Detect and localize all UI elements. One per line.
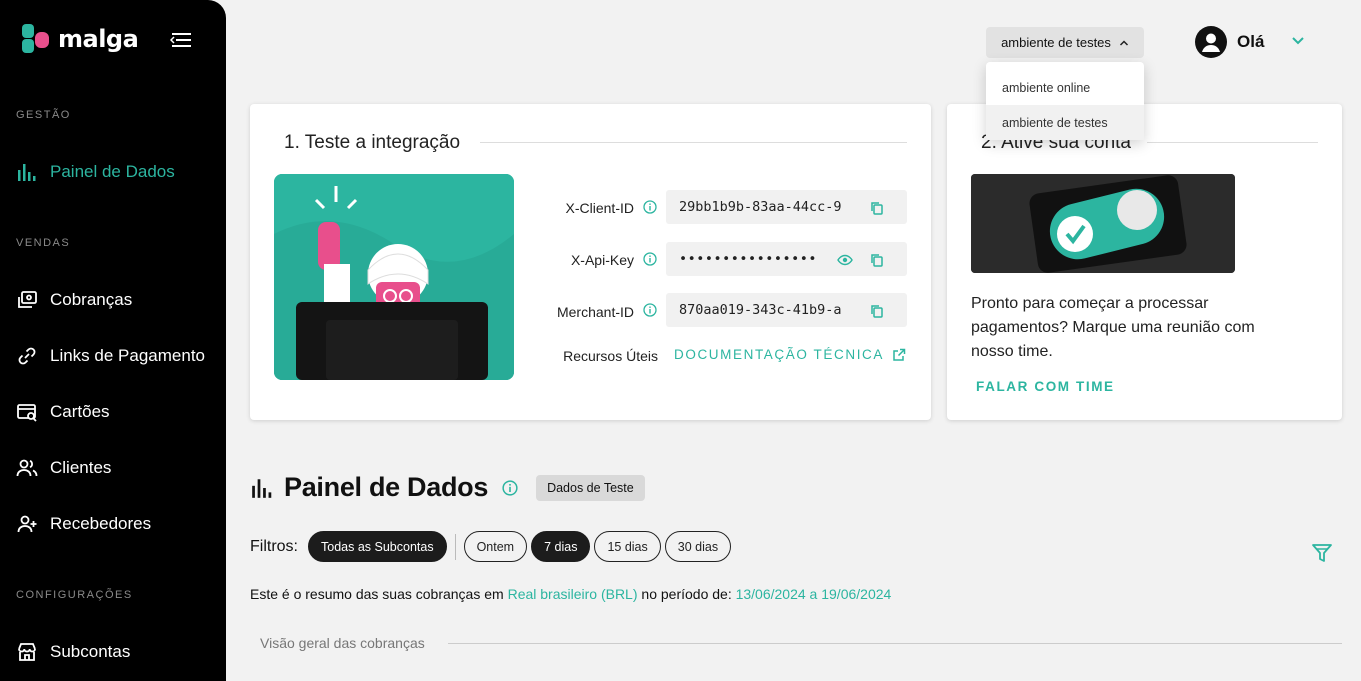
subaccount-filter-chip[interactable]: Todas as Subcontas <box>308 531 447 562</box>
documentation-link[interactable]: DOCUMENTAÇÃO TÉCNICA <box>674 347 906 362</box>
integration-illustration <box>274 174 514 380</box>
environment-dropdown: ambiente online ambiente de testes <box>986 62 1144 140</box>
info-icon[interactable] <box>502 479 518 496</box>
copy-icon[interactable] <box>869 252 885 268</box>
bar-chart-icon <box>252 478 272 498</box>
integration-card: 1. Teste a integração X-Client-ID 29bb1b… <box>250 104 931 420</box>
title-divider <box>1147 142 1318 143</box>
avatar <box>1195 26 1227 58</box>
sidebar-item-label: Recebedores <box>50 514 152 533</box>
summary-prefix: Este é o resumo das suas cobranças em <box>250 586 504 602</box>
sidebar-item-subcontas[interactable]: Subcontas <box>16 638 130 666</box>
overview-divider <box>448 643 1342 644</box>
chevron-up-icon <box>1119 39 1128 46</box>
filters-bar: Filtros: Todas as Subcontas Ontem 7 dias… <box>250 531 732 562</box>
environment-option-online[interactable]: ambiente online <box>986 70 1144 105</box>
charges-icon <box>18 291 37 308</box>
environment-selector[interactable]: ambiente de testes <box>986 27 1144 58</box>
sidebar-item-clientes[interactable]: Clientes <box>16 454 111 482</box>
environment-option-testes[interactable]: ambiente de testes <box>986 105 1144 140</box>
sidebar-item-label: Links de Pagamento <box>50 346 205 365</box>
card-search-icon <box>17 404 37 422</box>
currency-value: Real brasileiro (BRL) <box>507 586 638 602</box>
page-title: Painel de Dados <box>284 472 489 502</box>
sidebar-item-cartoes[interactable]: Cartões <box>16 398 110 426</box>
info-icon[interactable] <box>643 200 657 214</box>
environment-selected: ambiente de testes <box>1001 35 1111 50</box>
overview-section-title: Visão geral das cobranças <box>260 635 425 651</box>
sidebar: malga GESTÃO Painel de Dados VENDAS Cobr… <box>0 0 226 681</box>
period-value: 13/06/2024 a 19/06/2024 <box>735 586 892 602</box>
chevron-down-icon[interactable] <box>1290 34 1306 48</box>
user-menu[interactable]: Olá <box>1195 26 1264 58</box>
period-chip-7-dias[interactable]: 7 dias <box>531 531 591 562</box>
filters-label: Filtros: <box>250 537 298 555</box>
summary-mid: no período de: <box>641 586 732 602</box>
store-icon <box>18 643 36 661</box>
menu-collapse-icon[interactable] <box>170 31 192 49</box>
sidebar-item-label: Painel de Dados <box>50 162 175 181</box>
resources-label: Recursos Úteis <box>563 348 658 364</box>
sidebar-item-label: Subcontas <box>50 642 131 661</box>
filter-divider <box>454 533 456 560</box>
link-icon <box>18 347 36 365</box>
client-id-value: 29bb1b9b-83aa-44cc-9 <box>679 199 842 215</box>
user-avatar-icon <box>1202 33 1220 52</box>
dashboard-header: Painel de Dados Dados de Teste <box>250 472 645 503</box>
activate-illustration <box>971 174 1235 273</box>
period-chip-ontem[interactable]: Ontem <box>463 531 528 562</box>
brand-logo[interactable]: malga <box>22 24 139 54</box>
filter-funnel-icon[interactable] <box>1311 542 1333 564</box>
brand-name: malga <box>58 25 139 53</box>
section-configuracoes: CONFIGURAÇÕES <box>16 589 133 601</box>
activate-description: Pronto para começar a processar pagament… <box>971 295 1255 360</box>
info-icon[interactable] <box>643 303 657 317</box>
test-data-badge: Dados de Teste <box>536 474 645 501</box>
copy-icon[interactable] <box>869 303 885 319</box>
copy-icon[interactable] <box>869 200 885 216</box>
user-plus-icon <box>17 515 37 533</box>
sidebar-item-recebedores[interactable]: Recebedores <box>16 510 151 538</box>
period-chip-30-dias[interactable]: 30 dias <box>664 531 732 562</box>
sidebar-item-cobrancas[interactable]: Cobranças <box>16 286 132 314</box>
period-summary: Este é o resumo das suas cobranças em Re… <box>250 586 891 602</box>
sidebar-item-links-de-pagamento[interactable]: Links de Pagamento <box>16 342 205 370</box>
api-key-value: •••••••••••••••• <box>679 251 818 267</box>
period-chip-15-dias[interactable]: 15 dias <box>594 531 661 562</box>
talk-to-team-button[interactable]: FALAR COM TIME <box>976 379 1115 394</box>
integration-title: 1. Teste a integração <box>284 132 461 153</box>
title-divider <box>480 142 907 143</box>
sidebar-item-label: Cartões <box>50 402 110 421</box>
client-id-label: X-Client-ID <box>565 200 634 216</box>
sidebar-item-label: Clientes <box>50 458 112 477</box>
section-vendas: VENDAS <box>16 237 71 249</box>
users-icon <box>16 459 38 477</box>
merchant-id-label: Merchant-ID <box>556 304 634 320</box>
merchant-id-value: 870aa019-343c-41b9-a <box>679 302 842 318</box>
section-gestao: GESTÃO <box>16 109 71 121</box>
sidebar-item-label: Cobranças <box>50 290 133 309</box>
documentation-link-label: DOCUMENTAÇÃO TÉCNICA <box>674 347 885 362</box>
logo-mark-icon <box>22 24 50 54</box>
eye-icon[interactable] <box>837 252 853 268</box>
sidebar-item-painel-de-dados[interactable]: Painel de Dados <box>16 158 175 186</box>
bar-chart-icon <box>18 164 36 181</box>
activate-account-card: 2. Ative sua conta Pronto para começar a… <box>947 104 1342 420</box>
api-key-label: X-Api-Key <box>570 252 634 268</box>
user-greeting: Olá <box>1237 32 1265 51</box>
external-link-icon <box>893 348 906 361</box>
info-icon[interactable] <box>643 252 657 266</box>
